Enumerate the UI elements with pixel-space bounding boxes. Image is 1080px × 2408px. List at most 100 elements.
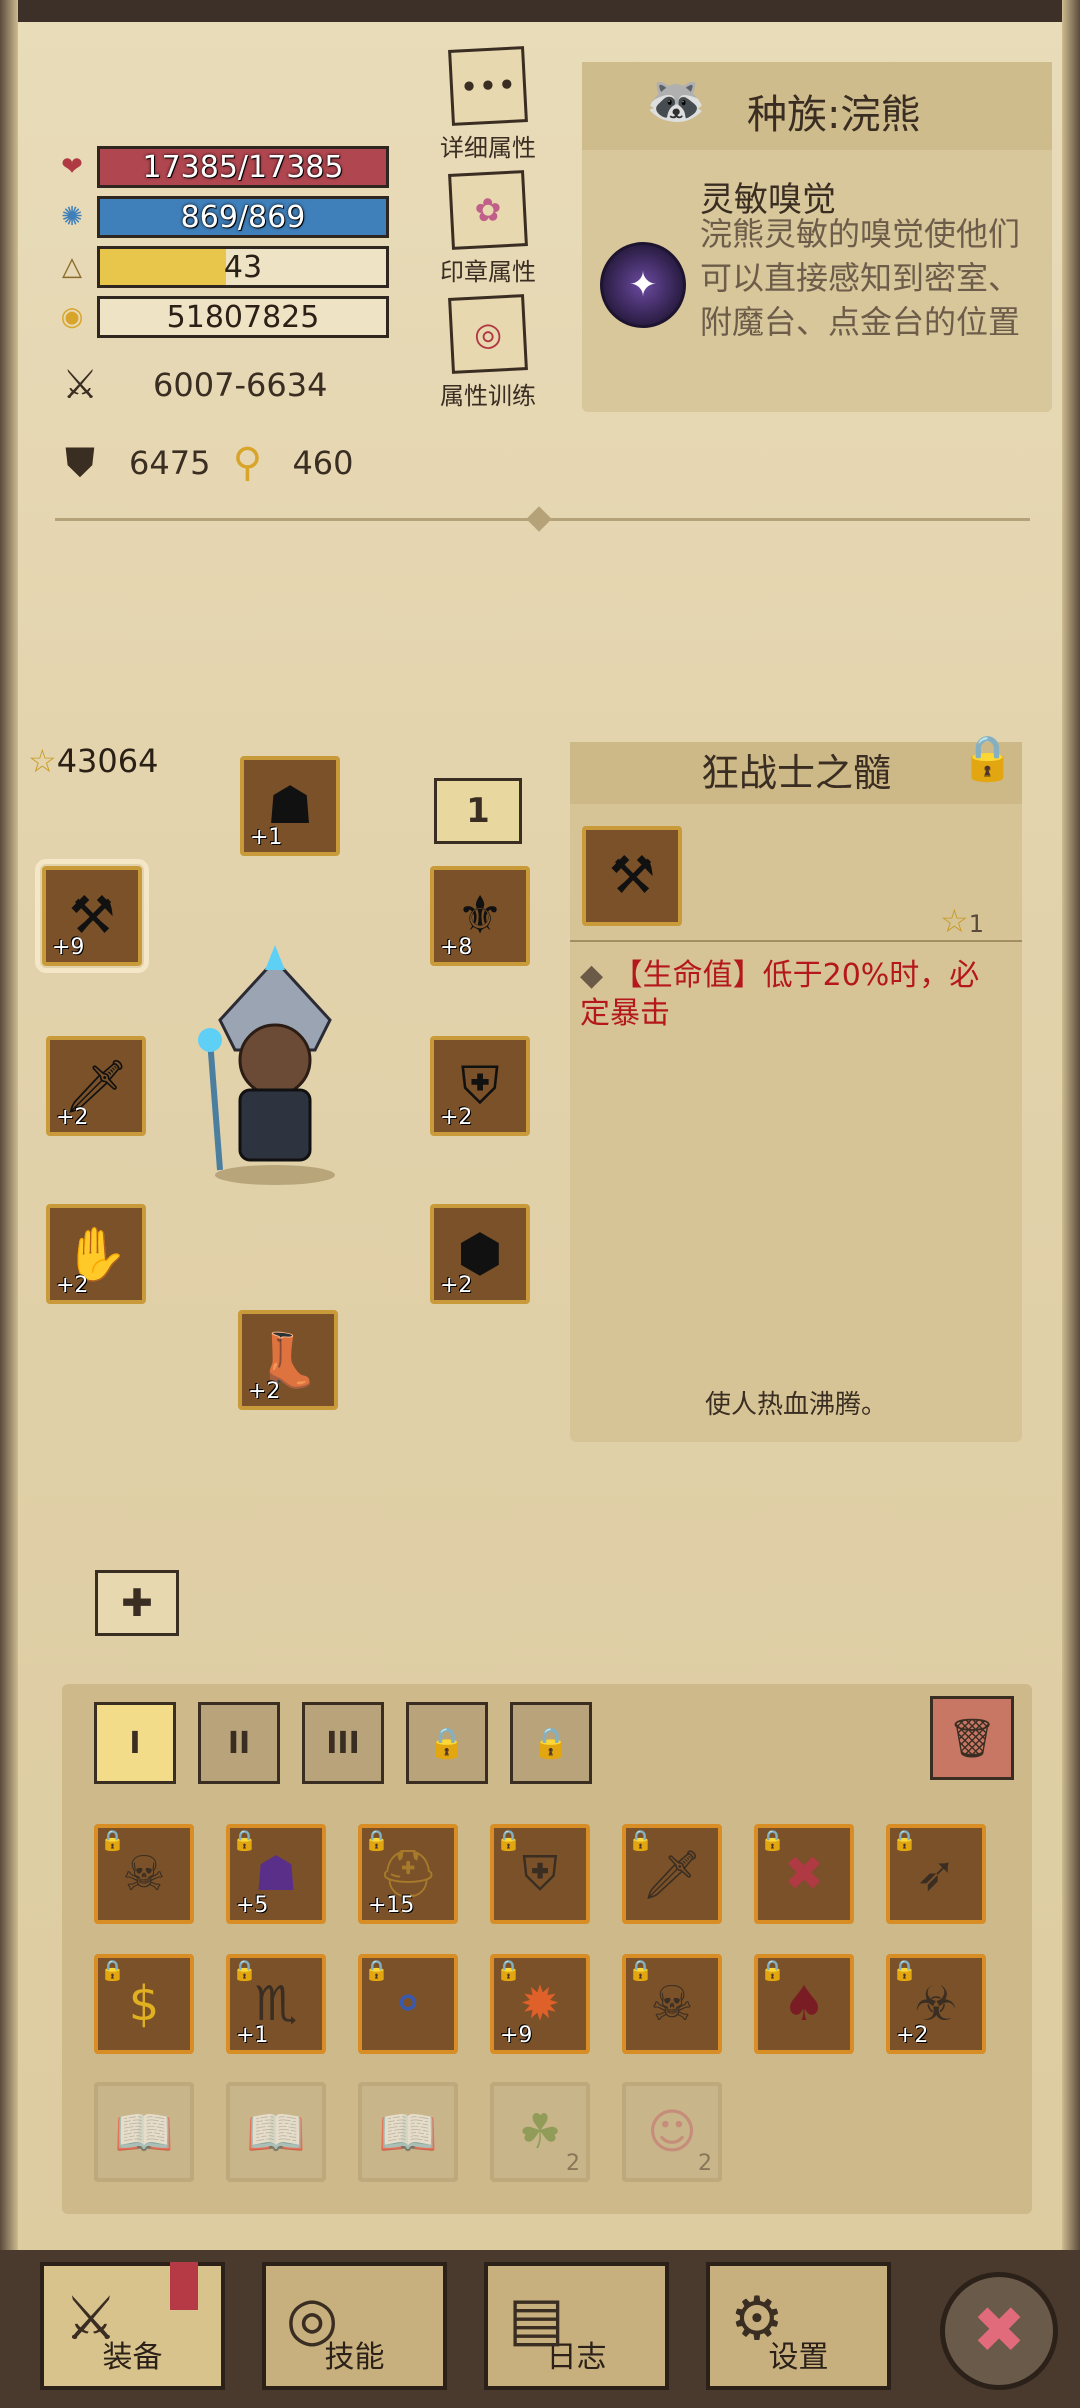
inventory-tab-locked-5[interactable]: 🔒 <box>510 1702 592 1784</box>
item-count: 2 <box>698 2151 712 2176</box>
detail-attributes-button[interactable]: ••• 详细属性 <box>428 46 548 163</box>
inventory-item[interactable]: 🔒 ✖ <box>754 1824 854 1924</box>
seal-attributes-button[interactable]: ✿ 印章属性 <box>428 170 548 287</box>
claw-icon: ➶ <box>915 1846 957 1902</box>
ring-slot[interactable]: ⚜ +8 <box>430 866 530 966</box>
hp-bar: 17385/17385 <box>97 146 389 188</box>
bookmark-ribbon <box>170 2262 198 2310</box>
skull-icon: ☠ <box>650 1976 694 2032</box>
gold-value: 51807825 <box>166 299 320 335</box>
lock-icon: 🔒 <box>496 1958 521 1982</box>
lock-icon: 🔒 <box>232 1958 257 1982</box>
inventory-item[interactable]: 🔒 ⛑ +15 <box>358 1824 458 1924</box>
voodoo-doll-icon: ☺ <box>646 2104 698 2160</box>
equipment-score: ☆43064 <box>28 742 158 780</box>
crossed-blades-icon: ✖ <box>783 1846 825 1902</box>
weapon-slot[interactable]: ⚒ +9 <box>35 859 149 973</box>
belt-level: +2 <box>440 1273 473 1298</box>
item-preview: ⚒ <box>582 826 682 926</box>
nav-log[interactable]: ▤ 日志 <box>484 2262 669 2390</box>
lock-icon: 🔒 <box>496 1828 521 1852</box>
skill-icon: ◎ <box>286 2284 339 2354</box>
inventory-tab-3[interactable]: III <box>302 1702 384 1784</box>
attribute-training-label: 属性训练 <box>440 382 536 410</box>
bullet-icon: ◆ <box>580 958 604 993</box>
gold-row: ◉ 51807825 <box>55 296 389 338</box>
necklace-icon: ⚬ <box>387 1976 429 2032</box>
inventory-item[interactable]: 🔒 ☗ +5 <box>226 1824 326 1924</box>
inventory-item[interactable]: 🔒 🗡 <box>622 1824 722 1924</box>
item-level: +5 <box>236 1893 269 1918</box>
inventory-item[interactable]: ☺ 2 <box>622 2082 722 2182</box>
lock-icon: 🔒 <box>628 1958 653 1982</box>
nav-skills[interactable]: ◎ 技能 <box>262 2262 447 2390</box>
mp-row: ✺ 869/869 <box>55 196 389 238</box>
helmet-level: +1 <box>250 825 283 850</box>
heart-icon: ❤ <box>61 152 83 182</box>
weapon-icon: ⚒ <box>608 846 656 906</box>
attribute-training-button[interactable]: ◎ 属性训练 <box>428 294 548 411</box>
add-button[interactable]: ✚ <box>95 1570 179 1636</box>
dollar-icon: $ <box>128 1976 160 2032</box>
offhand-slot[interactable]: 🗡 +2 <box>46 1036 146 1136</box>
inventory-item[interactable]: 📖 <box>94 2082 194 2182</box>
lock-icon[interactable]: 🔒 <box>960 732 1015 790</box>
armor-icon: ⛨ <box>521 1845 558 1902</box>
inventory-item[interactable]: 🔒 ♏ +1 <box>226 1954 326 2054</box>
mana-icon: ✺ <box>61 202 83 232</box>
top-border <box>0 0 1080 22</box>
keen-smell-icon[interactable]: ✦ <box>600 242 686 328</box>
star-icon: ☆ <box>28 742 57 780</box>
raccoon-icon: 🦝 <box>646 73 706 129</box>
armor-level: +2 <box>440 1105 473 1130</box>
close-icon: ✖ <box>972 2294 1026 2368</box>
inventory-item[interactable]: 🔒 ⛨ <box>490 1824 590 1924</box>
inventory-item[interactable]: 🔒 ✹ +9 <box>490 1954 590 2054</box>
item-level: +15 <box>368 1893 415 1918</box>
inventory-item[interactable]: 📖 <box>358 2082 458 2182</box>
boots-level: +2 <box>248 1379 281 1404</box>
gloves-slot[interactable]: ✋ +2 <box>46 1204 146 1304</box>
helmet-slot[interactable]: ☗ +1 <box>240 756 340 856</box>
item-stars: ☆1 <box>940 902 984 940</box>
race-title: 种族:浣熊 <box>747 92 921 138</box>
inventory-tab-locked-4[interactable]: 🔒 <box>406 1702 488 1784</box>
hp-value: 17385/17385 <box>142 149 344 185</box>
crit-icon: ⚲ <box>232 440 263 486</box>
crit-value: 460 <box>292 444 354 482</box>
inventory-item[interactable]: ☘ 2 <box>490 2082 590 2182</box>
mp-bar: 869/869 <box>97 196 389 238</box>
herb-icon: ☘ <box>518 2104 562 2160</box>
seal-attributes-label: 印章属性 <box>440 258 536 286</box>
weapon-level: +9 <box>52 935 85 960</box>
lock-icon: 🔒 <box>892 1828 917 1852</box>
inventory-item[interactable]: 🔒 ➶ <box>886 1824 986 1924</box>
defense-row: ⛊ 6475 ⚲ 460 <box>55 440 354 486</box>
boots-slot[interactable]: 👢 +2 <box>238 1310 338 1410</box>
tier-badge[interactable]: 1 <box>434 778 522 844</box>
inventory-item[interactable]: 🔒 $ <box>94 1954 194 2054</box>
inventory-item[interactable]: 🔒 ☠ <box>94 1824 194 1924</box>
inventory-tab-2[interactable]: II <box>198 1702 280 1784</box>
inventory-tab-1[interactable]: I <box>94 1702 176 1784</box>
nav-settings[interactable]: ⚙ 设置 <box>706 2262 891 2390</box>
trash-button[interactable]: 🗑 <box>930 1696 1014 1780</box>
armor-slot[interactable]: ⛨ +2 <box>430 1036 530 1136</box>
inventory-item[interactable]: 🔒 ☠ <box>622 1954 722 2054</box>
inventory-item[interactable]: 🔒 ⚬ <box>358 1954 458 2054</box>
mp-value: 869/869 <box>180 199 306 235</box>
belt-slot[interactable]: ⬢ +2 <box>430 1204 530 1304</box>
close-button[interactable]: ✖ <box>940 2272 1058 2390</box>
item-stars-value: 1 <box>968 910 984 938</box>
plus-icon: ✚ <box>121 1581 153 1625</box>
equipment-score-value: 43064 <box>56 742 159 780</box>
lock-icon: 🔒 <box>232 1828 257 1852</box>
hero-character <box>198 945 335 1185</box>
level-row: △ 43 <box>55 246 389 288</box>
item-count: 2 <box>566 2151 580 2176</box>
gauntlet-icon: 🗡 <box>641 1846 703 1903</box>
inventory-item[interactable]: 📖 <box>226 2082 326 2182</box>
book-icon: 📖 <box>246 2104 306 2161</box>
inventory-item[interactable]: 🔒 ☣ +2 <box>886 1954 986 2054</box>
inventory-item[interactable]: 🔒 ♠ <box>754 1954 854 2054</box>
